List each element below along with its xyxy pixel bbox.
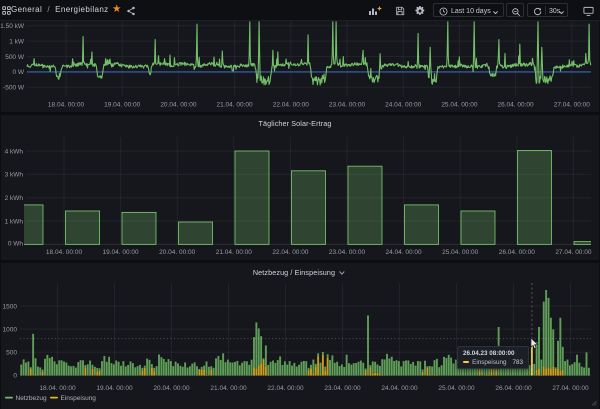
svg-text:Netzbezug: Netzbezug	[16, 395, 47, 402]
svg-text:18.04. 00:00: 18.04. 00:00	[39, 385, 76, 392]
svg-text:500: 500	[6, 350, 17, 357]
svg-text:19.04. 00:00: 19.04. 00:00	[96, 385, 133, 392]
svg-text:24.04. 00:00: 24.04. 00:00	[381, 385, 418, 392]
svg-text:27.04. 00:00: 27.04. 00:00	[552, 385, 589, 392]
svg-text:0: 0	[13, 372, 17, 379]
svg-text:25.04. 00:00: 25.04. 00:00	[438, 385, 475, 392]
svg-text:1000: 1000	[3, 326, 18, 333]
svg-text:Netzbezug / Einspeisung: Netzbezug / Einspeisung	[253, 268, 335, 277]
svg-text:23.04. 00:00: 23.04. 00:00	[324, 385, 361, 392]
svg-text:21.04. 00:00: 21.04. 00:00	[210, 385, 247, 392]
svg-text:26.04. 00:00: 26.04. 00:00	[495, 385, 532, 392]
svg-text:Einspeisung: Einspeisung	[61, 395, 97, 402]
svg-text:22.04. 00:00: 22.04. 00:00	[267, 385, 304, 392]
svg-text:1500: 1500	[3, 303, 18, 310]
svg-text:20.04. 00:00: 20.04. 00:00	[153, 385, 190, 392]
